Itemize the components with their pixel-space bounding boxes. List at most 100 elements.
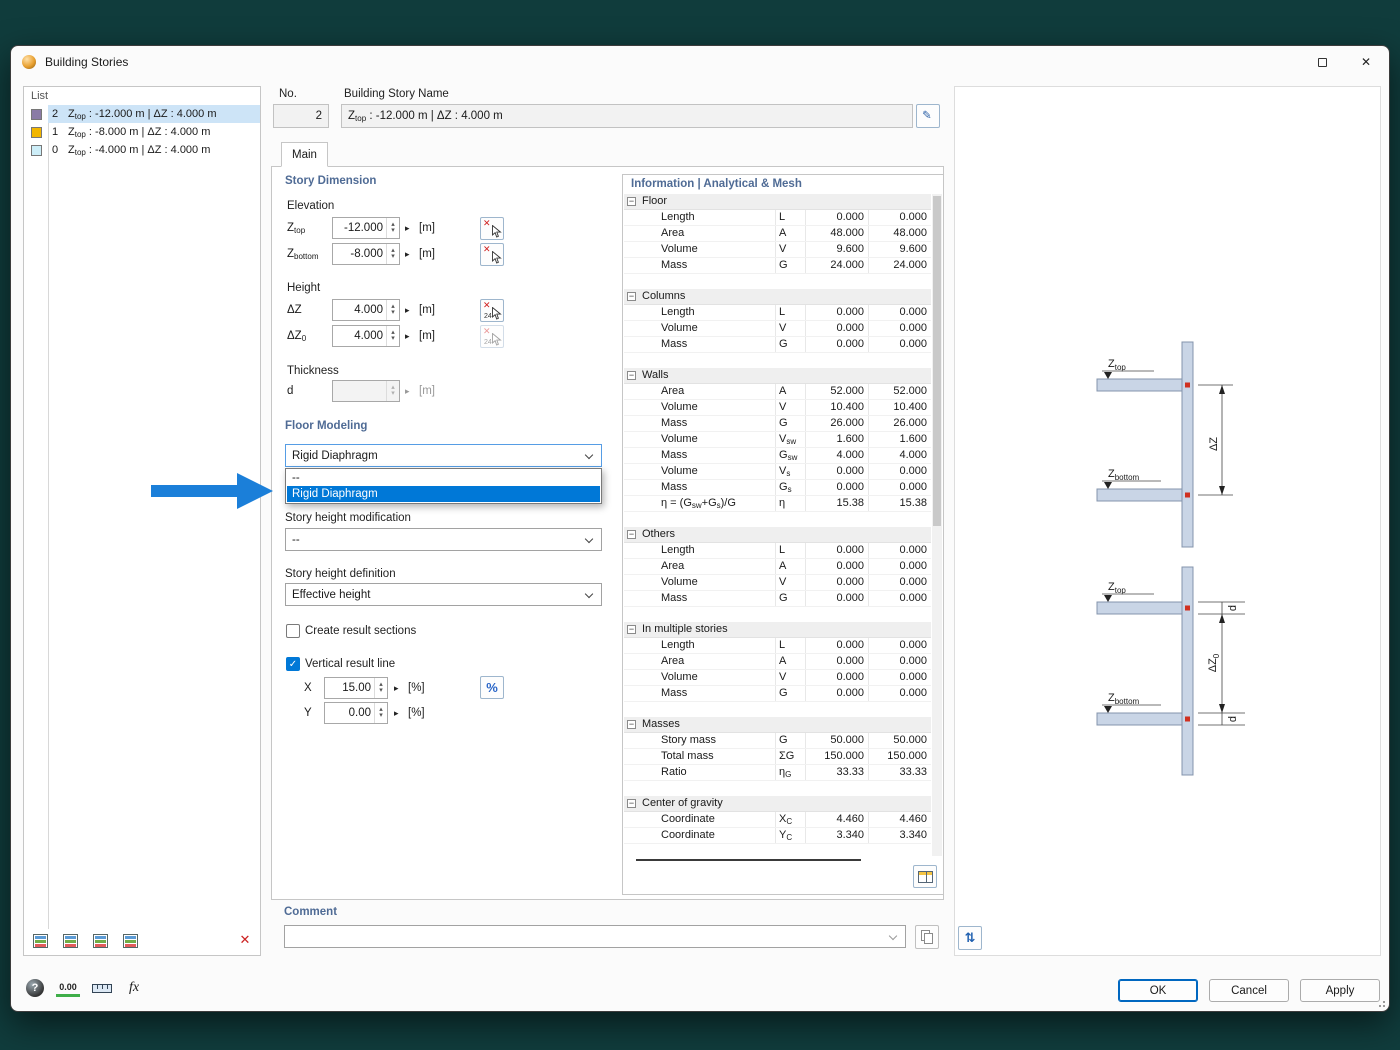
- pick-in-graphic-button[interactable]: ✕: [480, 217, 504, 240]
- pick-in-graphic-button[interactable]: ✕: [480, 243, 504, 266]
- cursor-icon: [492, 225, 502, 238]
- decimal-places-button[interactable]: 0.00: [55, 976, 81, 1002]
- flyout-arrow-icon[interactable]: ▸: [405, 249, 410, 260]
- spinner-down-icon[interactable]: ▾: [391, 335, 395, 342]
- units-button[interactable]: [89, 976, 115, 1002]
- collapse-toggle[interactable]: −: [627, 371, 636, 380]
- floor-modeling-dropdown: -- Rigid Diaphragm: [285, 468, 602, 504]
- info-value-mesh: 24.000: [868, 258, 931, 273]
- info-symbol: V: [775, 670, 805, 685]
- story-name-field[interactable]: Ztop : -12.000 m | ΔZ : 4.000 m: [341, 104, 913, 128]
- copy-story-button[interactable]: [88, 930, 112, 952]
- new-story-button[interactable]: [28, 930, 52, 952]
- flyout-arrow-icon[interactable]: ▸: [394, 708, 399, 719]
- info-value-mesh: 0.000: [868, 591, 931, 606]
- numeric-input[interactable]: -12.000 ▴ ▾: [332, 217, 400, 239]
- edit-name-button[interactable]: ✎: [916, 104, 940, 128]
- info-desc: Mass: [661, 259, 688, 271]
- insert-story-button[interactable]: [58, 930, 82, 952]
- collapse-toggle[interactable]: −: [627, 292, 636, 301]
- dropdown-option[interactable]: Rigid Diaphragm: [287, 486, 600, 502]
- info-scrollbar[interactable]: [932, 194, 942, 856]
- story-height-modification-combo[interactable]: --: [285, 528, 602, 551]
- numeric-input[interactable]: 0.00 ▴ ▾: [324, 702, 388, 724]
- collapse-toggle[interactable]: −: [627, 197, 636, 206]
- info-symbol: L: [775, 210, 805, 225]
- help-button[interactable]: ?: [23, 976, 49, 1002]
- spinner[interactable]: ▴ ▾: [374, 703, 387, 723]
- create-result-sections-checkbox[interactable]: [286, 624, 300, 638]
- spinner[interactable]: ▴ ▾: [374, 678, 387, 698]
- list-column-divider: [48, 105, 49, 929]
- tab-main[interactable]: Main: [281, 142, 328, 167]
- info-value-analytical: 0.000: [805, 638, 868, 653]
- resize-grip[interactable]: [1375, 997, 1385, 1007]
- numeric-input[interactable]: ▴ ▾: [332, 380, 400, 402]
- info-scrollbar-thumb[interactable]: [933, 196, 941, 526]
- apply-to-stories-button[interactable]: ✕ 24: [480, 325, 504, 348]
- chevron-down-icon: [584, 450, 594, 460]
- collapse-toggle[interactable]: −: [627, 720, 636, 729]
- story-list-item[interactable]: 1 Ztop : -8.000 m | ΔZ : 4.000 m: [24, 123, 260, 141]
- apply-button[interactable]: Apply: [1300, 979, 1380, 1002]
- collapse-toggle[interactable]: −: [627, 799, 636, 808]
- spinner-down-icon[interactable]: ▾: [379, 687, 383, 694]
- collapse-toggle[interactable]: −: [627, 625, 636, 634]
- decimal-glyph: 0.00: [59, 982, 77, 992]
- cancel-button[interactable]: Cancel: [1209, 979, 1289, 1002]
- story-list-item[interactable]: 0 Ztop : -4.000 m | ΔZ : 4.000 m: [24, 141, 260, 159]
- spinner[interactable]: ▴ ▾: [386, 326, 399, 346]
- story-list-item-label: 1 Ztop : -8.000 m | ΔZ : 4.000 m: [52, 126, 211, 139]
- spinner[interactable]: ▴ ▾: [386, 218, 399, 238]
- maximize-button[interactable]: [1300, 47, 1344, 77]
- flyout-arrow-icon[interactable]: ▸: [405, 223, 410, 234]
- info-data-row: Length L 0.000 0.000: [624, 638, 931, 654]
- formula-button[interactable]: fx: [125, 976, 151, 1002]
- flyout-arrow-icon[interactable]: ▸: [394, 683, 399, 694]
- renumber-stories-button[interactable]: [118, 930, 142, 952]
- flyout-arrow-icon[interactable]: ▸: [405, 305, 410, 316]
- cursor-icon: [492, 251, 502, 264]
- numeric-input[interactable]: -8.000 ▴ ▾: [332, 243, 400, 265]
- table-layout-button[interactable]: [913, 865, 937, 888]
- transfer-settings-button[interactable]: ⇅: [958, 926, 982, 950]
- spinner-down-icon[interactable]: ▾: [379, 712, 383, 719]
- info-value-mesh: 0.000: [868, 210, 931, 225]
- ztop-diagram-label: Ztop: [1108, 581, 1126, 595]
- copy-comment-button[interactable]: [915, 925, 939, 949]
- ok-button[interactable]: OK: [1118, 979, 1198, 1002]
- tree-gutter: [624, 464, 641, 479]
- info-data-row: Mass G 26.000 26.000: [624, 416, 931, 432]
- floor-modeling-combo[interactable]: Rigid Diaphragm: [285, 444, 602, 467]
- percent-unit-button[interactable]: %: [480, 676, 504, 699]
- numeric-input[interactable]: 15.00 ▴ ▾: [324, 677, 388, 699]
- spinner-down-icon[interactable]: ▾: [391, 390, 395, 397]
- spinner[interactable]: ▴ ▾: [386, 244, 399, 264]
- apply-to-stories-button[interactable]: ✕ 24: [480, 299, 504, 322]
- titlebar[interactable]: Building Stories ✕: [11, 46, 1389, 78]
- info-desc: Mass: [661, 687, 688, 699]
- info-group-name: Columns: [642, 290, 686, 302]
- spinner-down-icon[interactable]: ▾: [391, 227, 395, 234]
- info-symbol: A: [775, 559, 805, 574]
- collapse-toggle[interactable]: −: [627, 530, 636, 539]
- dropdown-option[interactable]: --: [287, 470, 600, 486]
- story-height-definition-combo[interactable]: Effective height: [285, 583, 602, 606]
- numeric-input[interactable]: 4.000 ▴ ▾: [332, 325, 400, 347]
- flyout-arrow-icon[interactable]: ▸: [405, 386, 410, 397]
- spinner[interactable]: ▴ ▾: [386, 300, 399, 320]
- numeric-input[interactable]: 4.000 ▴ ▾: [332, 299, 400, 321]
- spinner-down-icon[interactable]: ▾: [391, 253, 395, 260]
- close-button[interactable]: ✕: [1344, 47, 1388, 77]
- dialog-title: Building Stories: [45, 55, 129, 69]
- comment-combo[interactable]: [284, 925, 906, 948]
- vertical-result-line-checkbox[interactable]: ✓: [286, 657, 300, 671]
- story-number-field: 2: [273, 104, 329, 128]
- story-list-item[interactable]: 2 Ztop : -12.000 m | ΔZ : 4.000 m: [24, 105, 260, 123]
- spinner[interactable]: ▴ ▾: [386, 381, 399, 401]
- flyout-arrow-icon[interactable]: ▸: [405, 331, 410, 342]
- info-data-row: η = (Gsw+Gs)/G η 15.38 15.38: [624, 496, 931, 512]
- delete-story-button[interactable]: ✕: [235, 930, 255, 950]
- spinner-down-icon[interactable]: ▾: [391, 309, 395, 316]
- tree-gutter: [624, 543, 641, 558]
